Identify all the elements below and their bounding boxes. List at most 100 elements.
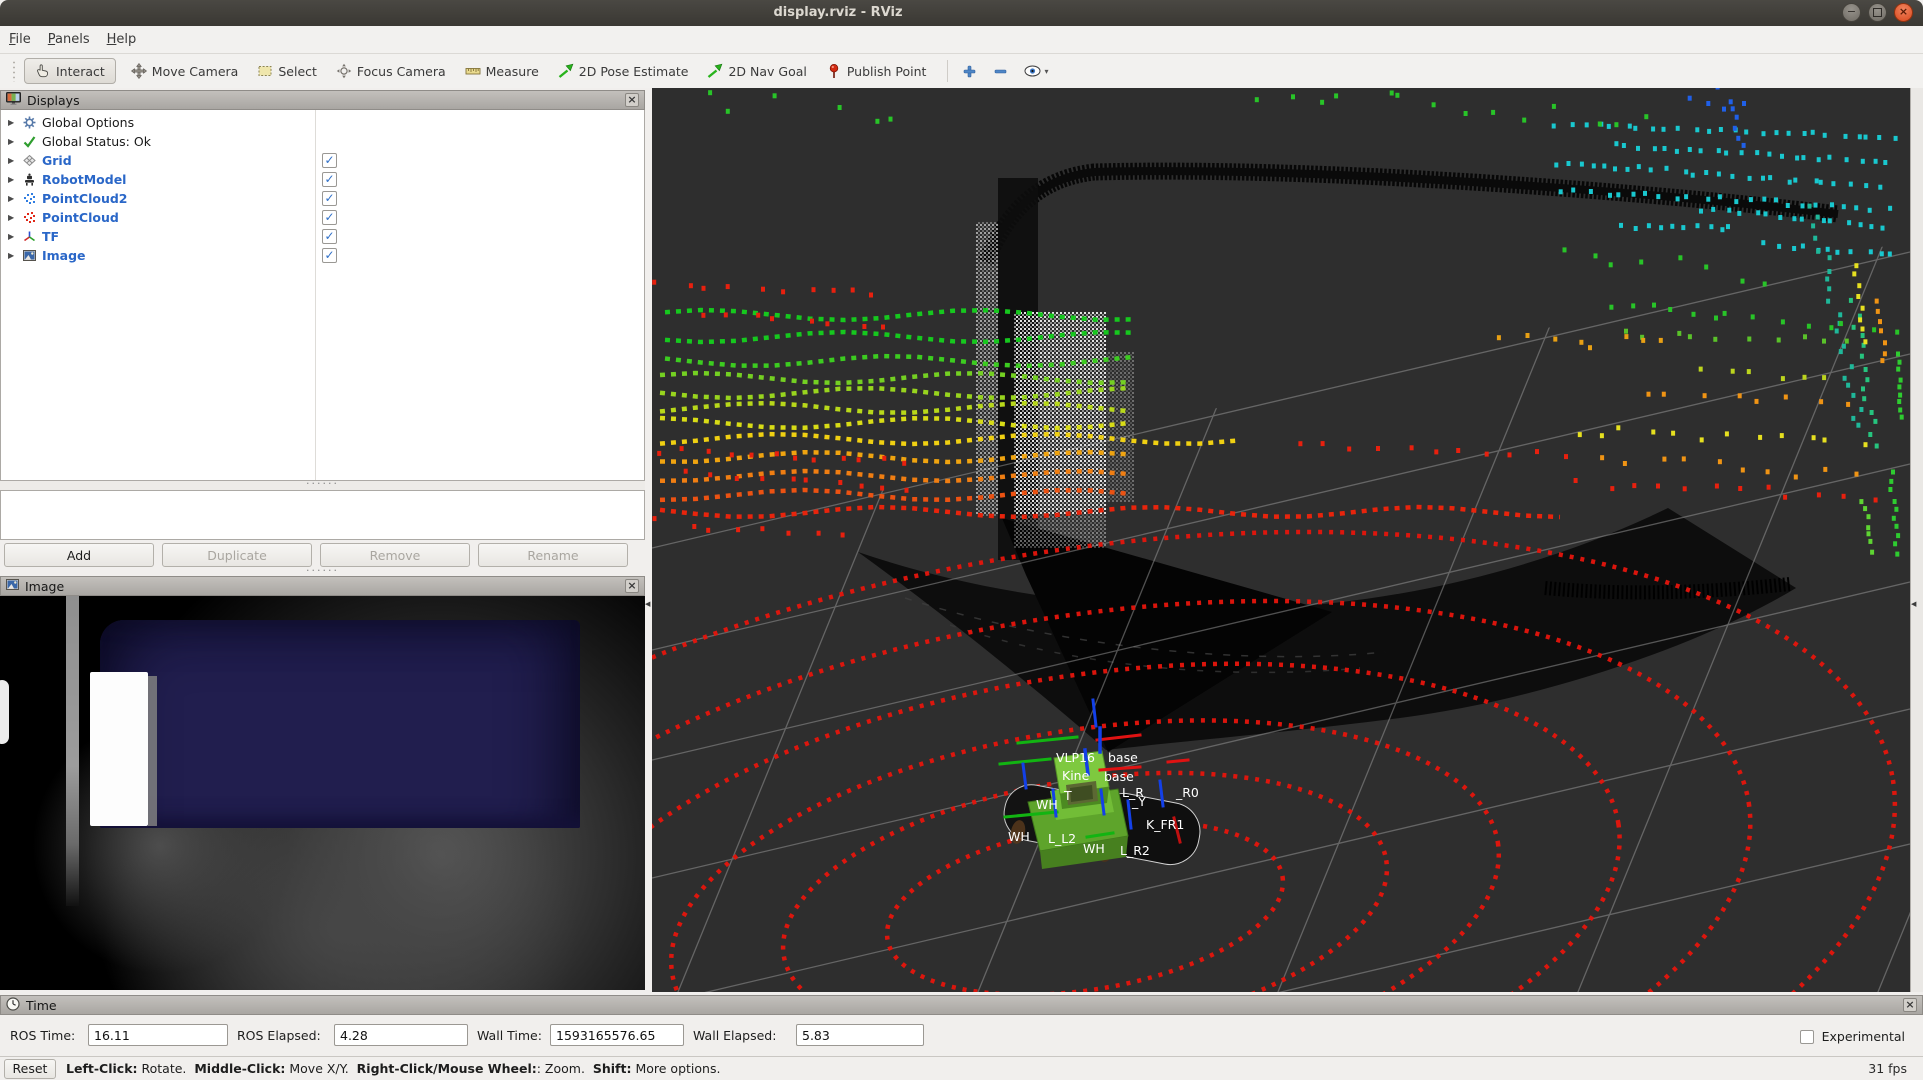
- displays-tree: ▶Global Options▶Global Status: Ok▶Grid✓▶…: [0, 110, 645, 481]
- dock-splitter[interactable]: ◀: [645, 88, 652, 992]
- panel-splitter-handle[interactable]: ······: [0, 569, 645, 576]
- view-tool-group: ▾: [962, 64, 1064, 79]
- tree-splitter-handle[interactable]: ······: [0, 481, 645, 490]
- zoom-in-button[interactable]: [962, 64, 977, 79]
- window-title: display.rviz - RViz: [773, 0, 902, 26]
- add-button[interactable]: Add: [4, 543, 154, 567]
- display-row-tf[interactable]: ▶ TF ✓: [1, 227, 644, 246]
- camera-image-view: [0, 596, 645, 990]
- zoom-out-button[interactable]: [993, 64, 1008, 79]
- titlebar[interactable]: display.rviz - RViz − ×: [0, 0, 1923, 26]
- wall-elapsed-input[interactable]: [796, 1024, 924, 1046]
- collapse-right-icon[interactable]: ◀: [1911, 600, 1916, 608]
- reset-button[interactable]: Reset: [4, 1059, 56, 1079]
- visibility-button[interactable]: ▾: [1024, 65, 1048, 77]
- menu-file[interactable]: File: [9, 32, 31, 47]
- expander-icon[interactable]: ▶: [1, 232, 23, 241]
- property-description-box: [0, 490, 645, 540]
- tool-focus-camera[interactable]: Focus Camera: [336, 63, 446, 79]
- menubar: File Panels Help: [0, 26, 1923, 54]
- nav-goal-arrow-icon: [707, 63, 723, 79]
- hand-icon: [35, 63, 51, 79]
- svg-text:_Y: _Y: [1131, 794, 1146, 809]
- tool-select[interactable]: Select: [257, 63, 317, 79]
- display-enabled-checkbox[interactable]: ✓: [322, 153, 337, 168]
- tool-publish-point[interactable]: Publish Point: [826, 63, 927, 79]
- display-row-image[interactable]: ▶Image✓: [1, 246, 644, 265]
- expander-icon[interactable]: ▶: [1, 175, 23, 184]
- display-name: PointCloud2: [42, 191, 128, 206]
- display-row-global-options[interactable]: ▶Global Options: [1, 113, 644, 132]
- tool-interact[interactable]: Interact: [24, 58, 116, 84]
- displays-panel-header[interactable]: Displays ×: [0, 90, 645, 110]
- expander-icon[interactable]: ▶: [1, 194, 23, 203]
- tool-label: Interact: [56, 64, 105, 79]
- chevron-down-icon: ▾: [1044, 67, 1048, 76]
- display-row-global-status-ok[interactable]: ▶Global Status: Ok: [1, 132, 644, 151]
- ros-time-input[interactable]: [88, 1024, 228, 1046]
- clock-icon: [6, 997, 20, 1014]
- rviz-window: display.rviz - RViz − × File Panels Help I…: [0, 0, 1923, 1080]
- image-panel-title: Image: [25, 579, 64, 594]
- svg-text:VLP16: VLP16: [1056, 750, 1095, 765]
- hint-segment: Rotate.: [138, 1061, 195, 1076]
- tool-label: Select: [278, 64, 317, 79]
- menu-panels[interactable]: Panels: [48, 32, 90, 47]
- svg-text:base: base: [1108, 750, 1138, 765]
- ros-elapsed-input[interactable]: [334, 1024, 468, 1046]
- scene-canvas: VLP16baseKinebaseTL_R_Y_R0WHWHL_L2K_FR1W…: [652, 88, 1910, 992]
- display-row-robotmodel[interactable]: ▶RobotModel✓: [1, 170, 644, 189]
- displays-panel-title: Displays: [27, 93, 80, 108]
- svg-text:Kine: Kine: [1062, 768, 1090, 783]
- time-panel-header[interactable]: Time ×: [0, 995, 1923, 1015]
- time-panel-title: Time: [26, 998, 57, 1013]
- hint-segment: Shift:: [593, 1061, 632, 1076]
- expander-icon[interactable]: ▶: [1, 213, 23, 222]
- expander-icon[interactable]: ▶: [1, 137, 23, 146]
- svg-text:L_L2: L_L2: [1048, 831, 1076, 846]
- tool-measure[interactable]: Measure: [465, 63, 539, 79]
- pointcloud-red-icon: [23, 211, 42, 224]
- display-enabled-checkbox[interactable]: ✓: [322, 248, 337, 263]
- tool-label: Move Camera: [152, 64, 239, 79]
- tool-move-camera[interactable]: Move Camera: [131, 63, 239, 79]
- maximize-button[interactable]: [1868, 3, 1887, 22]
- expander-icon[interactable]: ▶: [1, 118, 23, 127]
- expander-icon[interactable]: ▶: [1, 156, 23, 165]
- collapse-left-icon[interactable]: ◀: [645, 600, 650, 608]
- window-controls: − ×: [1842, 3, 1913, 22]
- display-name: TF: [42, 229, 59, 244]
- image-icon: [23, 249, 42, 262]
- plus-icon: [962, 64, 977, 79]
- displays-close-icon[interactable]: ×: [625, 93, 639, 107]
- display-row-pointcloud[interactable]: ▶PointCloud✓: [1, 208, 644, 227]
- display-enabled-checkbox[interactable]: ✓: [322, 210, 337, 225]
- svg-text:L_R2: L_R2: [1120, 843, 1150, 858]
- experimental-checkbox[interactable]: [1800, 1030, 1814, 1044]
- display-enabled-checkbox[interactable]: ✓: [322, 191, 337, 206]
- camera-navy-wall: [100, 620, 580, 828]
- menu-help[interactable]: Help: [107, 32, 137, 47]
- display-row-grid[interactable]: ▶Grid✓: [1, 151, 644, 170]
- expander-icon[interactable]: ▶: [1, 251, 23, 260]
- wall-time-input[interactable]: [550, 1024, 684, 1046]
- image-panel-header[interactable]: Image ×: [0, 576, 645, 596]
- tool-2d-nav-goal[interactable]: 2D Nav Goal: [707, 63, 806, 79]
- toolbar-grip-icon[interactable]: [12, 60, 17, 82]
- right-panel-strip[interactable]: ◀: [1910, 88, 1923, 992]
- close-button[interactable]: ×: [1894, 3, 1913, 22]
- move-camera-icon: [131, 63, 147, 79]
- minimize-button[interactable]: −: [1842, 3, 1861, 22]
- statusbar: Reset Left-Click: Rotate. Middle-Click: …: [0, 1056, 1923, 1080]
- display-enabled-checkbox[interactable]: ✓: [322, 229, 337, 244]
- toolbar: Interact Move Camera Select Focus Camera Mea…: [0, 54, 1923, 88]
- display-row-pointcloud2[interactable]: ▶ PointCloud2 ✓: [1, 189, 644, 208]
- tf-axes-icon: [23, 230, 42, 243]
- time-close-icon[interactable]: ×: [1903, 998, 1917, 1012]
- svg-text:_R0: _R0: [1175, 785, 1199, 800]
- tool-2d-pose-estimate[interactable]: 2D Pose Estimate: [558, 63, 689, 79]
- display-enabled-checkbox[interactable]: ✓: [322, 172, 337, 187]
- left-dock: Displays × ▶Global Options▶Global Status…: [0, 88, 645, 995]
- image-close-icon[interactable]: ×: [625, 579, 639, 593]
- 3d-viewport[interactable]: VLP16baseKinebaseTL_R_Y_R0WHWHL_L2K_FR1W…: [652, 88, 1910, 992]
